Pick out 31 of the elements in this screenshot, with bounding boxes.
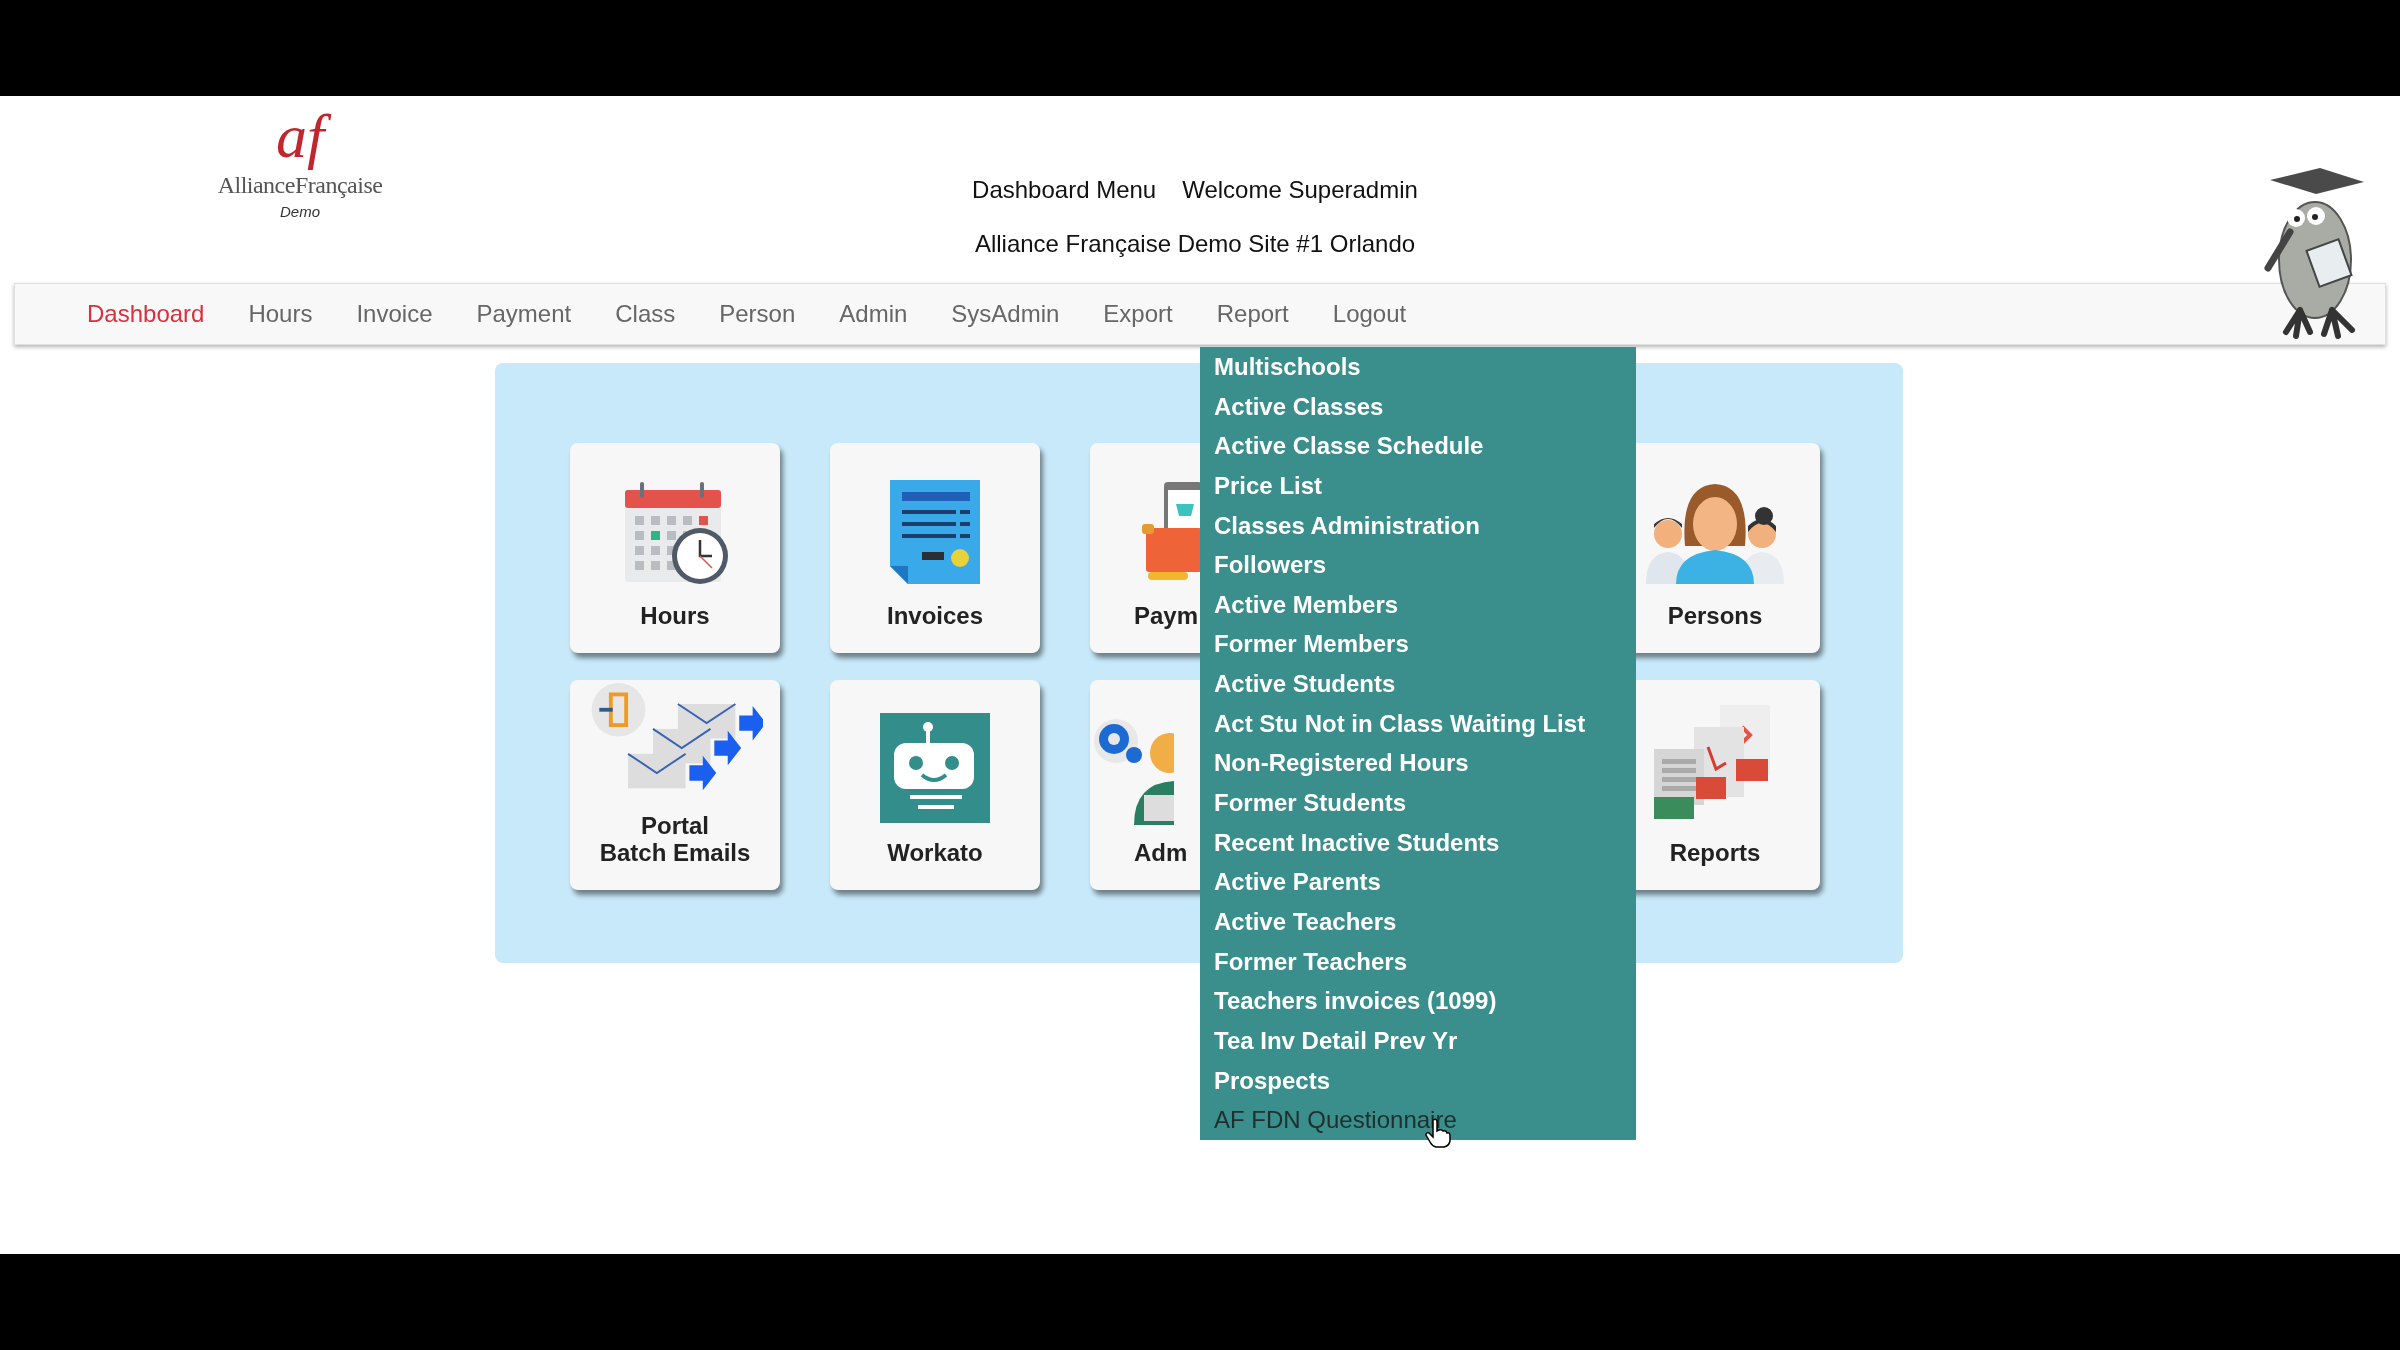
logo-mark: af <box>265 100 335 172</box>
nav-item[interactable]: Hours <box>226 300 335 328</box>
nav-item[interactable]: Invoice <box>334 300 455 328</box>
menu-item[interactable]: Tea Inv Detail Prev Yr <box>1214 1020 1458 1061</box>
gear-person-icon <box>1094 717 1174 827</box>
nav-item[interactable]: Admin <box>817 300 930 328</box>
menu-item[interactable]: Teachers invoices (1099) <box>1214 981 1497 1021</box>
menu-item[interactable]: Former Teachers <box>1214 941 1407 982</box>
dashboard-tile[interactable]: Workato <box>830 680 1040 890</box>
nav-item[interactable]: Logout <box>1310 300 1429 328</box>
nav-item[interactable]: Person <box>697 300 818 328</box>
dashboard-tile[interactable]: Portal Batch Emails <box>570 680 780 890</box>
site-name: Alliance Française Demo Site #1 Orlando <box>974 230 1416 258</box>
logo-name: AllianceFrançaise <box>217 172 383 199</box>
nav-item[interactable]: Report <box>1194 300 1311 328</box>
nav-item[interactable]: Class <box>593 300 698 328</box>
dashboard-tile[interactable]: Hours <box>570 443 780 653</box>
robot-icon <box>880 713 990 823</box>
menu-item[interactable]: Active Classes <box>1214 386 1384 427</box>
page-title: Dashboard Menu <box>972 176 1157 204</box>
dashboard-tile[interactable]: Invoices <box>830 443 1040 653</box>
logo-subtitle: Demo <box>280 203 320 220</box>
nav-item[interactable]: Payment <box>454 300 594 328</box>
nav-item[interactable]: SysAdmin <box>929 300 1082 328</box>
menu-item[interactable]: AF FDN Questionnaire <box>1214 1100 1457 1140</box>
menu-item[interactable]: Active Teachers <box>1214 901 1397 942</box>
menu-item[interactable]: Prospects <box>1214 1060 1331 1101</box>
welcome-text: Welcome Superadmin <box>1182 176 1418 204</box>
nav-item[interactable]: Dashboard <box>65 300 227 328</box>
menu-item[interactable]: Multischools <box>1214 347 1361 387</box>
nav-item[interactable]: Export <box>1081 300 1195 328</box>
